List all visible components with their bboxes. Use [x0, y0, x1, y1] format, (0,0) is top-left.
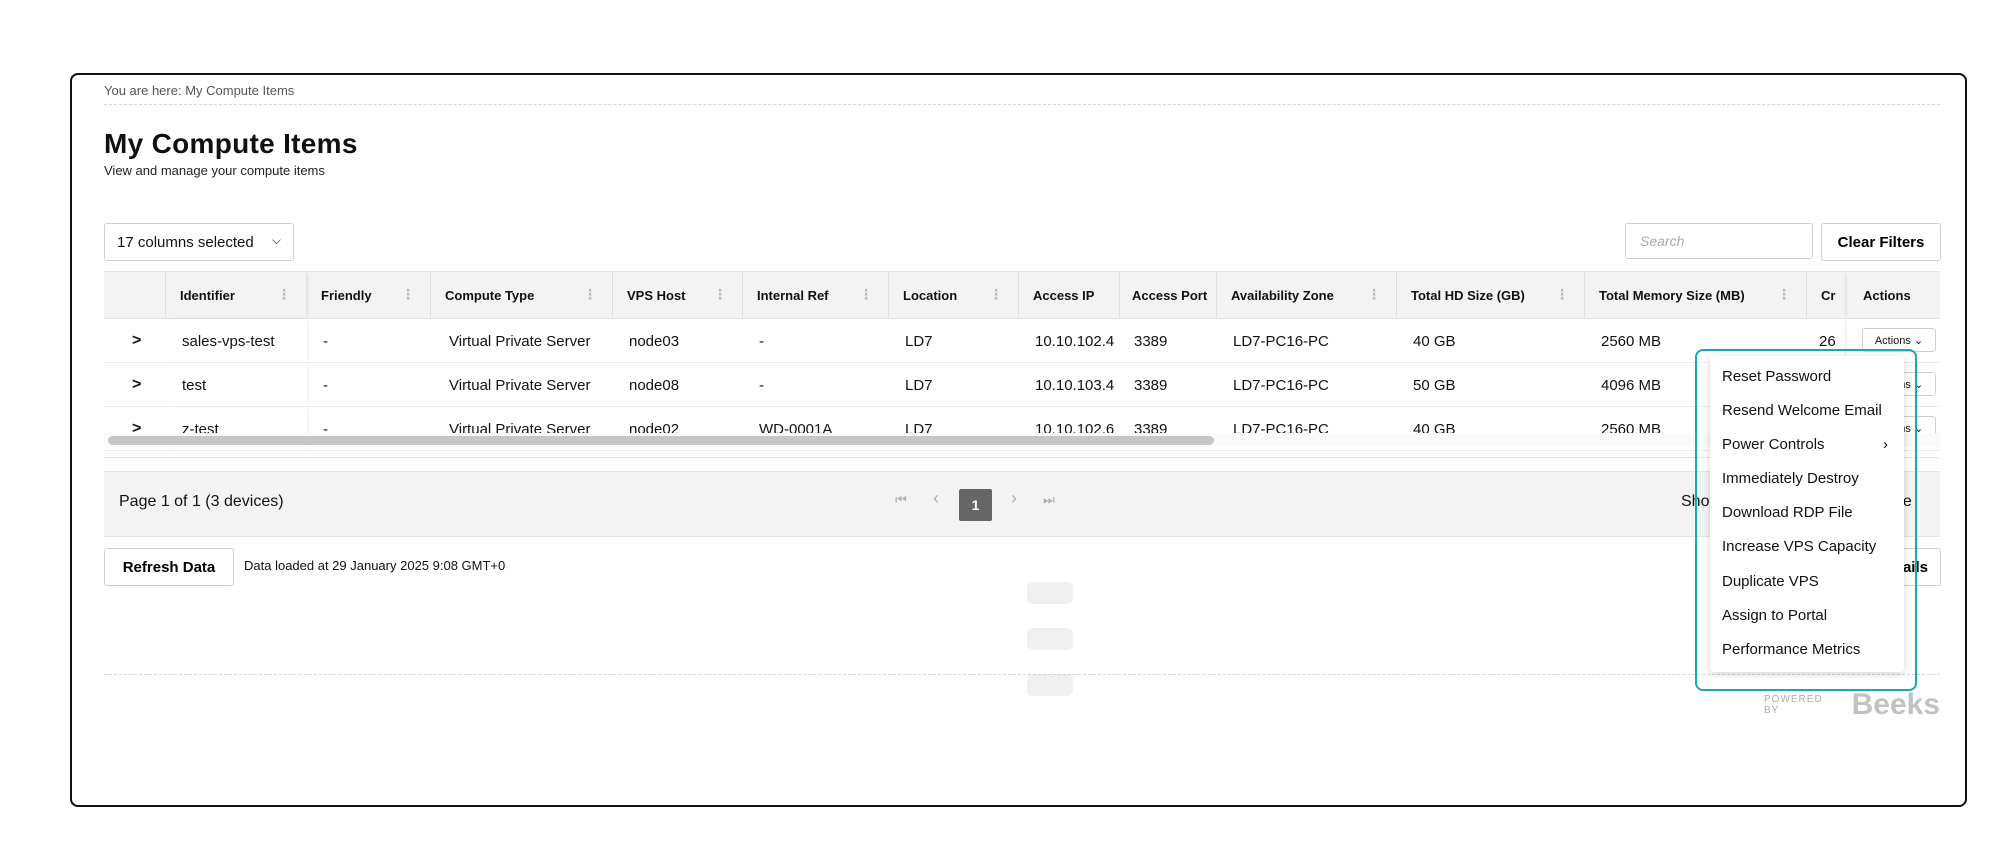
column-header[interactable]: Friendly ⋮: [307, 272, 431, 318]
clear-filters-button[interactable]: Clear Filters: [1821, 223, 1941, 261]
column-menu-icon[interactable]: ⋮: [1777, 286, 1791, 303]
table-cell: 3389: [1134, 332, 1168, 350]
columns-select-label: 17 columns selected: [117, 233, 254, 251]
column-header[interactable]: VPS Host ⋮: [613, 272, 743, 318]
table-cell: LD7-PC16-PC: [1233, 376, 1329, 394]
last-page-icon[interactable]: ⏭: [1037, 492, 1061, 508]
menu-item-resend-welcome-email[interactable]: Resend Welcome Email: [1710, 395, 1904, 425]
column-header[interactable]: Total HD Size (GB) ⋮: [1397, 272, 1585, 318]
table-cell: 40 GB: [1413, 332, 1456, 350]
table-cell: LD7: [905, 376, 933, 394]
table-cell: LD7-PC16-PC: [1233, 332, 1329, 350]
menu-item-immediately-destroy[interactable]: Immediately Destroy: [1710, 463, 1904, 493]
breadcrumb: You are here: My Compute Items: [104, 83, 1940, 105]
column-header[interactable]: Location ⋮: [889, 272, 1019, 318]
compute-items-table: Identifier ⋮ Friendly ⋮ Compute Type ⋮ VPS …: [104, 271, 1940, 458]
chevron-right-icon: ›: [1883, 435, 1888, 453]
column-menu-icon[interactable]: ⋮: [1367, 286, 1381, 303]
column-menu-icon[interactable]: ⋮: [401, 286, 415, 303]
table-cell: Virtual Private Server: [449, 376, 591, 394]
horizontal-scrollbar[interactable]: [104, 433, 1940, 447]
table-row[interactable]: > test - Virtual Private Server node08 -…: [104, 363, 1940, 407]
beeks-logo: Beeks: [1851, 688, 1940, 721]
loading-skeleton: [1027, 582, 1073, 604]
expander-column-header: [104, 272, 166, 318]
table-cell: 50 GB: [1413, 376, 1456, 394]
pagination-bar: Page 1 of 1 (3 devices) ⏮ ‹ 1 › ⏭ Sho ge: [104, 471, 1940, 537]
table-cell: sales-vps-test: [166, 319, 307, 363]
column-menu-icon[interactable]: ⋮: [989, 286, 1003, 303]
column-header[interactable]: Access IP: [1019, 272, 1120, 318]
column-header[interactable]: Total Memory Size (MB) ⋮: [1585, 272, 1807, 318]
column-menu-icon[interactable]: ⋮: [583, 286, 597, 303]
first-page-icon[interactable]: ⏮: [889, 492, 913, 508]
menu-item-assign-to-portal[interactable]: Assign to Portal: [1710, 600, 1904, 630]
table-header: Identifier ⋮ Friendly ⋮ Compute Type ⋮ VPS …: [104, 271, 1940, 319]
table-cell: -: [759, 332, 764, 350]
column-menu-icon[interactable]: ⋮: [277, 286, 291, 303]
loading-skeleton: [1027, 674, 1073, 696]
menu-item-reset-password[interactable]: Reset Password: [1710, 361, 1904, 391]
table-cell: -: [323, 332, 328, 350]
table-cell: node08: [629, 376, 680, 394]
column-header[interactable]: Identifier ⋮: [166, 272, 307, 318]
column-header[interactable]: Compute Type ⋮: [431, 272, 613, 318]
actions-dropdown-menu: Reset Password Resend Welcome Email Powe…: [1710, 356, 1904, 672]
search-input[interactable]: [1625, 223, 1813, 259]
refresh-data-button[interactable]: Refresh Data: [104, 548, 234, 586]
next-page-icon[interactable]: ›: [1002, 488, 1026, 509]
current-page-button[interactable]: 1: [959, 489, 992, 521]
column-header[interactable]: Internal Ref ⋮: [743, 272, 889, 318]
column-menu-icon[interactable]: ⋮: [859, 286, 873, 303]
powered-by: POWERED BY Beeks: [1764, 688, 1940, 721]
row-expander-icon[interactable]: >: [116, 319, 166, 363]
page-subtitle: View and manage your compute items: [104, 163, 325, 178]
table-cell: LD7: [905, 332, 933, 350]
table-cell: Virtual Private Server: [449, 332, 591, 350]
table-row[interactable]: > sales-vps-test - Virtual Private Serve…: [104, 319, 1940, 363]
table-cell: node03: [629, 332, 680, 350]
menu-item-performance-metrics[interactable]: Performance Metrics: [1710, 634, 1904, 664]
table-cell: 10.10.103.4: [1035, 376, 1115, 394]
data-loaded-timestamp: Data loaded at 29 January 2025 9:08 GMT+…: [244, 558, 506, 573]
column-menu-icon[interactable]: ⋮: [1555, 286, 1569, 303]
page-info: Page 1 of 1 (3 devices): [119, 493, 284, 510]
content-area: You are here: My Compute Items My Comput…: [104, 75, 1941, 805]
actions-column-header: Actions: [1847, 272, 1940, 318]
table-cell: test: [166, 363, 307, 407]
powered-by-label: POWERED BY: [1764, 694, 1823, 716]
table-cell: -: [323, 376, 328, 394]
menu-item-duplicate-vps[interactable]: Duplicate VPS: [1710, 566, 1904, 596]
column-header[interactable]: Access Port: [1120, 272, 1217, 318]
table-cell: 10.10.102.4: [1035, 332, 1115, 350]
column-header[interactable]: Availability Zone ⋮: [1217, 272, 1397, 318]
column-menu-icon[interactable]: ⋮: [713, 286, 727, 303]
chevron-down-icon: ⌵: [271, 233, 281, 247]
prev-page-icon[interactable]: ‹: [924, 488, 948, 509]
footer-divider: [104, 674, 1940, 675]
columns-select[interactable]: 17 columns selected ⌵: [104, 223, 294, 261]
menu-item-download-rdp-file[interactable]: Download RDP File: [1710, 497, 1904, 527]
table-cell: 3389: [1134, 376, 1168, 394]
page-title: My Compute Items: [104, 128, 358, 159]
menu-item-power-controls[interactable]: Power Controls ›: [1710, 429, 1904, 459]
scrollbar-thumb[interactable]: [108, 436, 1214, 445]
row-expander-icon[interactable]: >: [116, 363, 166, 407]
menu-item-increase-vps-capacity[interactable]: Increase VPS Capacity: [1710, 531, 1904, 561]
loading-skeleton: [1027, 628, 1073, 650]
app-frame: You are here: My Compute Items My Comput…: [70, 73, 1967, 807]
table-cell: -: [759, 376, 764, 394]
